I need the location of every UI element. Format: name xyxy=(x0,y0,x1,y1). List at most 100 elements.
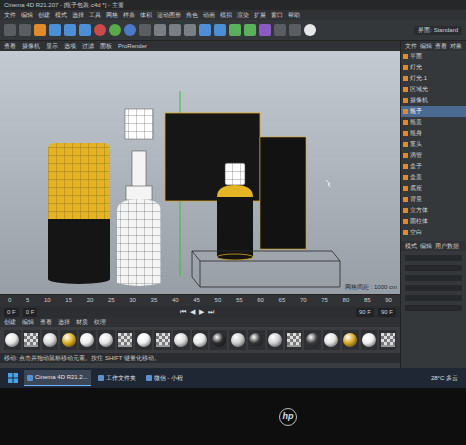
material-menu-item[interactable]: 查看 xyxy=(40,318,52,327)
attribute-field[interactable] xyxy=(405,305,462,311)
object-row[interactable]: 底座 xyxy=(401,183,466,194)
object-row[interactable]: 区域光 xyxy=(401,84,466,95)
material-swatch[interactable] xyxy=(304,330,321,350)
object-row[interactable]: 盒盖 xyxy=(401,172,466,183)
playback-button[interactable]: ⏮ xyxy=(180,307,186,318)
material-swatch[interactable] xyxy=(98,330,115,350)
material-swatch[interactable] xyxy=(248,330,265,350)
deformer-icon[interactable] xyxy=(259,24,271,36)
camera-icon[interactable] xyxy=(289,24,301,36)
viewport-menu-item[interactable]: 过滤 xyxy=(82,41,94,51)
object-row[interactable]: 灯光 xyxy=(401,62,466,73)
material-swatch[interactable] xyxy=(173,330,190,350)
render-icon[interactable] xyxy=(154,24,166,36)
coord-icon[interactable] xyxy=(139,24,151,36)
menu-item[interactable]: 扩展 xyxy=(254,10,266,20)
taskbar-app[interactable]: 工作文件夹 xyxy=(95,370,139,386)
attribute-field[interactable] xyxy=(405,295,462,301)
move-icon[interactable] xyxy=(49,24,61,36)
viewport-menu-item[interactable]: 摄像机 xyxy=(22,41,40,51)
object-row[interactable]: 摄像机 xyxy=(401,95,466,106)
pen-icon[interactable] xyxy=(214,24,226,36)
render-view-icon[interactable] xyxy=(169,24,181,36)
object-menu-item[interactable]: 编辑 xyxy=(420,41,432,51)
playback-button[interactable]: ⏭ xyxy=(208,307,214,318)
playback-button[interactable]: ▶ xyxy=(199,307,204,318)
object-row[interactable]: 泵头 xyxy=(401,139,466,150)
material-menu-item[interactable]: 编辑 xyxy=(22,318,34,327)
viewport-menu-item[interactable]: ProRender xyxy=(118,41,147,51)
frame-field[interactable]: 0 F xyxy=(4,308,19,317)
rotate-icon[interactable] xyxy=(79,24,91,36)
layout-selector[interactable]: 界面: Standard xyxy=(414,26,462,35)
scale-icon[interactable] xyxy=(64,24,76,36)
z-axis-icon[interactable] xyxy=(124,24,136,36)
viewport-menu-item[interactable]: 面板 xyxy=(100,41,112,51)
material-swatch[interactable] xyxy=(342,330,359,350)
frame-field[interactable]: 0 F xyxy=(23,308,38,317)
viewport[interactable]: 网格间距 : 1000 cm xyxy=(0,51,400,294)
menu-item[interactable]: 动画 xyxy=(203,10,215,20)
object-row[interactable]: 立方体 xyxy=(401,205,466,216)
material-swatch[interactable] xyxy=(229,330,246,350)
material-swatch[interactable] xyxy=(361,330,378,350)
viewport-menu-item[interactable]: 显示 xyxy=(46,41,58,51)
redo-icon[interactable] xyxy=(19,24,31,36)
frame-field[interactable]: 90 F xyxy=(378,308,396,317)
y-axis-icon[interactable] xyxy=(109,24,121,36)
attributes-menu-item[interactable]: 模式 xyxy=(405,241,417,251)
menu-item[interactable]: 模式 xyxy=(55,10,67,20)
menu-item[interactable]: 模拟 xyxy=(220,10,232,20)
material-swatch[interactable] xyxy=(285,330,302,350)
cube-icon[interactable] xyxy=(199,24,211,36)
playback-button[interactable]: ◀ xyxy=(190,307,195,318)
timeline-ruler[interactable]: 051015202530354045505560657075808590 xyxy=(0,294,400,306)
material-swatch[interactable] xyxy=(79,330,96,350)
floor-icon[interactable] xyxy=(274,24,286,36)
object-row[interactable]: 瓶子 xyxy=(401,106,466,117)
attribute-field[interactable] xyxy=(405,285,462,291)
material-swatch[interactable] xyxy=(135,330,152,350)
menu-item[interactable]: 角色 xyxy=(186,10,198,20)
frame-field[interactable]: 90 F xyxy=(356,308,374,317)
weather-indicator[interactable]: 28°C 多云 xyxy=(431,374,458,383)
x-axis-icon[interactable] xyxy=(94,24,106,36)
attribute-field[interactable] xyxy=(405,265,462,271)
menu-item[interactable]: 窗口 xyxy=(271,10,283,20)
render-settings-icon[interactable] xyxy=(184,24,196,36)
material-menu-item[interactable]: 纹理 xyxy=(94,318,106,327)
subdivision-icon[interactable] xyxy=(229,24,241,36)
material-menu-item[interactable]: 选择 xyxy=(58,318,70,327)
menu-item[interactable]: 渲染 xyxy=(237,10,249,20)
object-row[interactable]: 平面 xyxy=(401,51,466,62)
menu-item[interactable]: 体积 xyxy=(140,10,152,20)
menu-item[interactable]: 选择 xyxy=(72,10,84,20)
select-icon[interactable] xyxy=(34,24,46,36)
menu-item[interactable]: 帮助 xyxy=(288,10,300,20)
cloner-icon[interactable] xyxy=(244,24,256,36)
menu-item[interactable]: 网格 xyxy=(106,10,118,20)
material-swatch[interactable] xyxy=(60,330,77,350)
windows-start-icon[interactable] xyxy=(8,373,18,383)
material-swatch[interactable] xyxy=(210,330,227,350)
object-row[interactable]: 瓶盖 xyxy=(401,117,466,128)
material-swatch[interactable] xyxy=(323,330,340,350)
object-row[interactable]: 圆柱体 xyxy=(401,216,466,227)
material-swatch[interactable] xyxy=(267,330,284,350)
material-swatch[interactable] xyxy=(192,330,209,350)
object-menu-item[interactable]: 查看 xyxy=(435,41,447,51)
object-menu-item[interactable]: 对象 xyxy=(450,41,462,51)
object-row[interactable]: 灯光.1 xyxy=(401,73,466,84)
material-swatch[interactable] xyxy=(117,330,134,350)
object-row[interactable]: 滴管 xyxy=(401,150,466,161)
undo-icon[interactable] xyxy=(4,24,16,36)
material-menu-item[interactable]: 创建 xyxy=(4,318,16,327)
material-swatch[interactable] xyxy=(42,330,59,350)
object-menu-item[interactable]: 文件 xyxy=(405,41,417,51)
taskbar-app[interactable]: Cinema 4D R21.2... xyxy=(24,370,91,386)
light-icon[interactable] xyxy=(304,24,316,36)
object-row[interactable]: 盒子 xyxy=(401,161,466,172)
menu-item[interactable]: 创建 xyxy=(38,10,50,20)
material-swatch[interactable] xyxy=(154,330,171,350)
material-swatch[interactable] xyxy=(23,330,40,350)
